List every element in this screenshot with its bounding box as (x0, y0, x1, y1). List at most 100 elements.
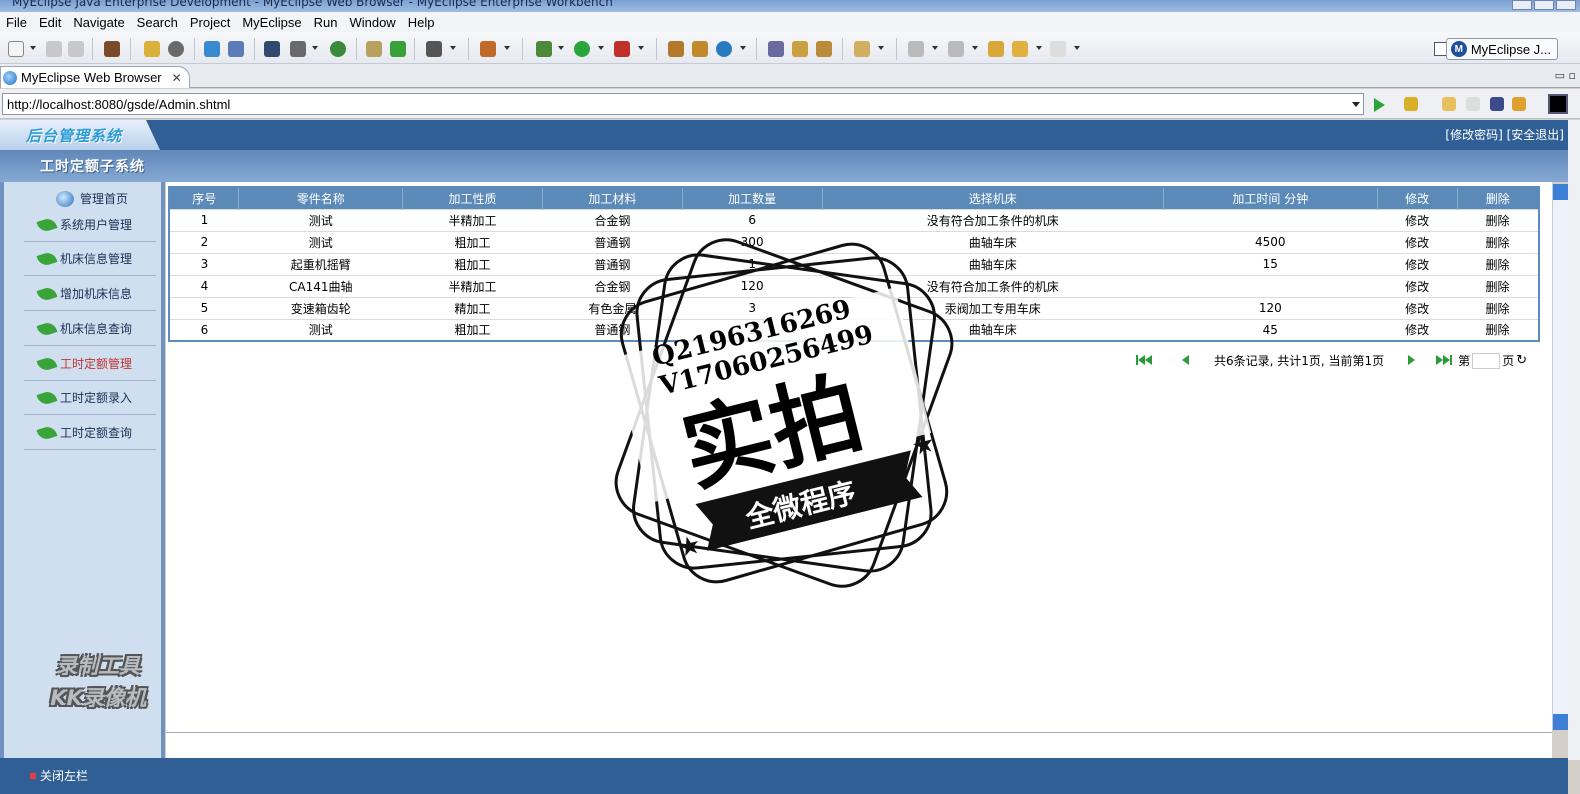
server-manage-icon[interactable] (264, 41, 280, 57)
menu-myeclipse[interactable]: MyEclipse (236, 15, 307, 30)
close-window-button[interactable] (1556, 0, 1576, 10)
sidebar-home[interactable]: 管理首页 (56, 190, 128, 207)
delete-link[interactable]: 删除 (1457, 230, 1539, 253)
print-icon[interactable] (68, 41, 84, 57)
delete-link[interactable]: 删除 (1457, 252, 1539, 275)
run-server-icon[interactable] (290, 41, 306, 57)
save-icon[interactable] (46, 41, 62, 57)
first-page-icon[interactable] (1136, 354, 1158, 368)
prev-annotation-dropdown-icon[interactable] (972, 46, 978, 50)
external-tools-icon[interactable] (614, 41, 630, 57)
close-tab-icon[interactable]: ✕ (172, 71, 182, 85)
refresh-icon[interactable]: ↻ (1516, 353, 1527, 368)
sidebar-item-quota-management[interactable]: 工时定额管理 (24, 347, 156, 381)
tab-minmax-icon[interactable]: ▭ ▫ (1555, 69, 1576, 82)
new-type-icon[interactable] (716, 41, 732, 57)
globe-icon[interactable] (330, 41, 346, 57)
url-history-dropdown-icon[interactable] (1352, 102, 1360, 107)
page-number-input[interactable] (1472, 352, 1501, 369)
maximize-button[interactable] (1534, 0, 1554, 10)
edit-link[interactable]: 修改 (1377, 318, 1458, 341)
sidebar-item-machine-query[interactable]: 机床信息查询 (24, 312, 156, 346)
prev-page-icon[interactable] (1182, 354, 1204, 368)
edit-link[interactable]: 修改 (1377, 208, 1458, 231)
last-page-icon[interactable] (1436, 354, 1458, 368)
delete-link[interactable]: 删除 (1457, 274, 1539, 297)
last-edit-icon[interactable] (988, 41, 1004, 57)
external-dropdown-icon[interactable] (638, 46, 644, 50)
import-icon[interactable] (390, 41, 406, 57)
package-icon[interactable] (104, 41, 120, 57)
menu-search[interactable]: Search (131, 15, 184, 30)
folder-dropdown-icon[interactable] (878, 46, 884, 50)
menu-file[interactable]: File (0, 15, 33, 30)
open-folder-icon[interactable] (366, 41, 382, 57)
scroll-up-icon[interactable] (1553, 184, 1568, 200)
edit-link[interactable]: 修改 (1377, 274, 1458, 297)
forward-icon[interactable] (1050, 41, 1066, 57)
outer-scrollbar[interactable] (1568, 120, 1580, 760)
url-input[interactable] (2, 93, 1364, 115)
scroll-down-icon[interactable] (1553, 714, 1568, 730)
menu-navigate[interactable]: Navigate (67, 15, 130, 30)
folder-icon[interactable] (854, 41, 870, 57)
new-dropdown-icon[interactable] (30, 46, 36, 50)
run-server-dropdown-icon[interactable] (312, 46, 318, 50)
menu-project[interactable]: Project (184, 15, 236, 30)
go-arrow-icon[interactable] (1374, 98, 1385, 112)
browser-forward-icon[interactable] (1466, 97, 1480, 111)
delete-link[interactable]: 删除 (1457, 318, 1539, 341)
camera-icon[interactable] (426, 41, 442, 57)
open-type-icon[interactable] (768, 41, 784, 57)
search-icon[interactable] (816, 41, 832, 57)
sidebar-item-user-management[interactable]: 系统用户管理 (24, 208, 156, 242)
forward-dropdown-icon[interactable] (1074, 46, 1080, 50)
browser-refresh-icon[interactable] (1512, 97, 1526, 111)
debug-icon[interactable] (536, 41, 552, 57)
new-class-icon[interactable] (668, 41, 684, 57)
change-password-link[interactable]: [修改密码] (1445, 128, 1502, 142)
run-dropdown-icon[interactable] (598, 46, 604, 50)
logout-link[interactable]: [安全退出] (1507, 128, 1564, 142)
deploy-icon[interactable] (204, 41, 220, 57)
back-dropdown-icon[interactable] (1036, 46, 1042, 50)
new-icon[interactable] (8, 41, 24, 57)
edit-link[interactable]: 修改 (1377, 230, 1458, 253)
run-icon[interactable] (574, 41, 590, 57)
menu-run[interactable]: Run (308, 15, 344, 30)
server-icon[interactable] (168, 41, 184, 57)
menu-help[interactable]: Help (402, 15, 441, 30)
content-scrollbar[interactable] (1552, 184, 1568, 730)
browser-back-icon[interactable] (1442, 97, 1456, 111)
new-type-dropdown-icon[interactable] (740, 46, 746, 50)
menu-window[interactable]: Window (343, 15, 401, 30)
new-package-icon[interactable] (692, 41, 708, 57)
camera-dropdown-icon[interactable] (450, 46, 456, 50)
tab-web-browser[interactable]: MyEclipse Web Browser ✕ (0, 66, 190, 88)
wizard-dropdown-icon[interactable] (504, 46, 510, 50)
build-icon[interactable] (144, 41, 160, 57)
debug-dropdown-icon[interactable] (558, 46, 564, 50)
delete-link[interactable]: 删除 (1457, 208, 1539, 231)
browser-settings-icon[interactable] (1548, 94, 1568, 114)
next-page-icon[interactable] (1408, 354, 1430, 368)
open-resource-icon[interactable] (792, 41, 808, 57)
delete-link[interactable]: 删除 (1457, 296, 1539, 319)
prev-annotation-icon[interactable] (948, 41, 964, 57)
wizard-icon[interactable] (480, 41, 496, 57)
perspective-button[interactable]: M MyEclipse J... (1445, 38, 1558, 60)
sidebar-item-add-machine[interactable]: 增加机床信息 (24, 277, 156, 311)
sidebar-item-machine-management[interactable]: 机床信息管理 (24, 242, 156, 276)
sidebar-item-quota-entry[interactable]: 工时定额录入 (24, 381, 156, 415)
menu-edit[interactable]: Edit (33, 15, 67, 30)
favorites-icon[interactable] (1404, 97, 1418, 111)
browser-stop-icon[interactable] (1490, 97, 1504, 111)
sidebar-item-quota-query[interactable]: 工时定额查询 (24, 416, 156, 450)
next-annotation-icon[interactable] (908, 41, 924, 57)
back-icon[interactable] (1012, 41, 1028, 57)
edit-link[interactable]: 修改 (1377, 296, 1458, 319)
minimize-button[interactable] (1512, 0, 1532, 10)
edit-link[interactable]: 修改 (1377, 252, 1458, 275)
close-sidebar-button[interactable]: 关闭左栏 (30, 767, 88, 784)
next-annotation-dropdown-icon[interactable] (932, 46, 938, 50)
